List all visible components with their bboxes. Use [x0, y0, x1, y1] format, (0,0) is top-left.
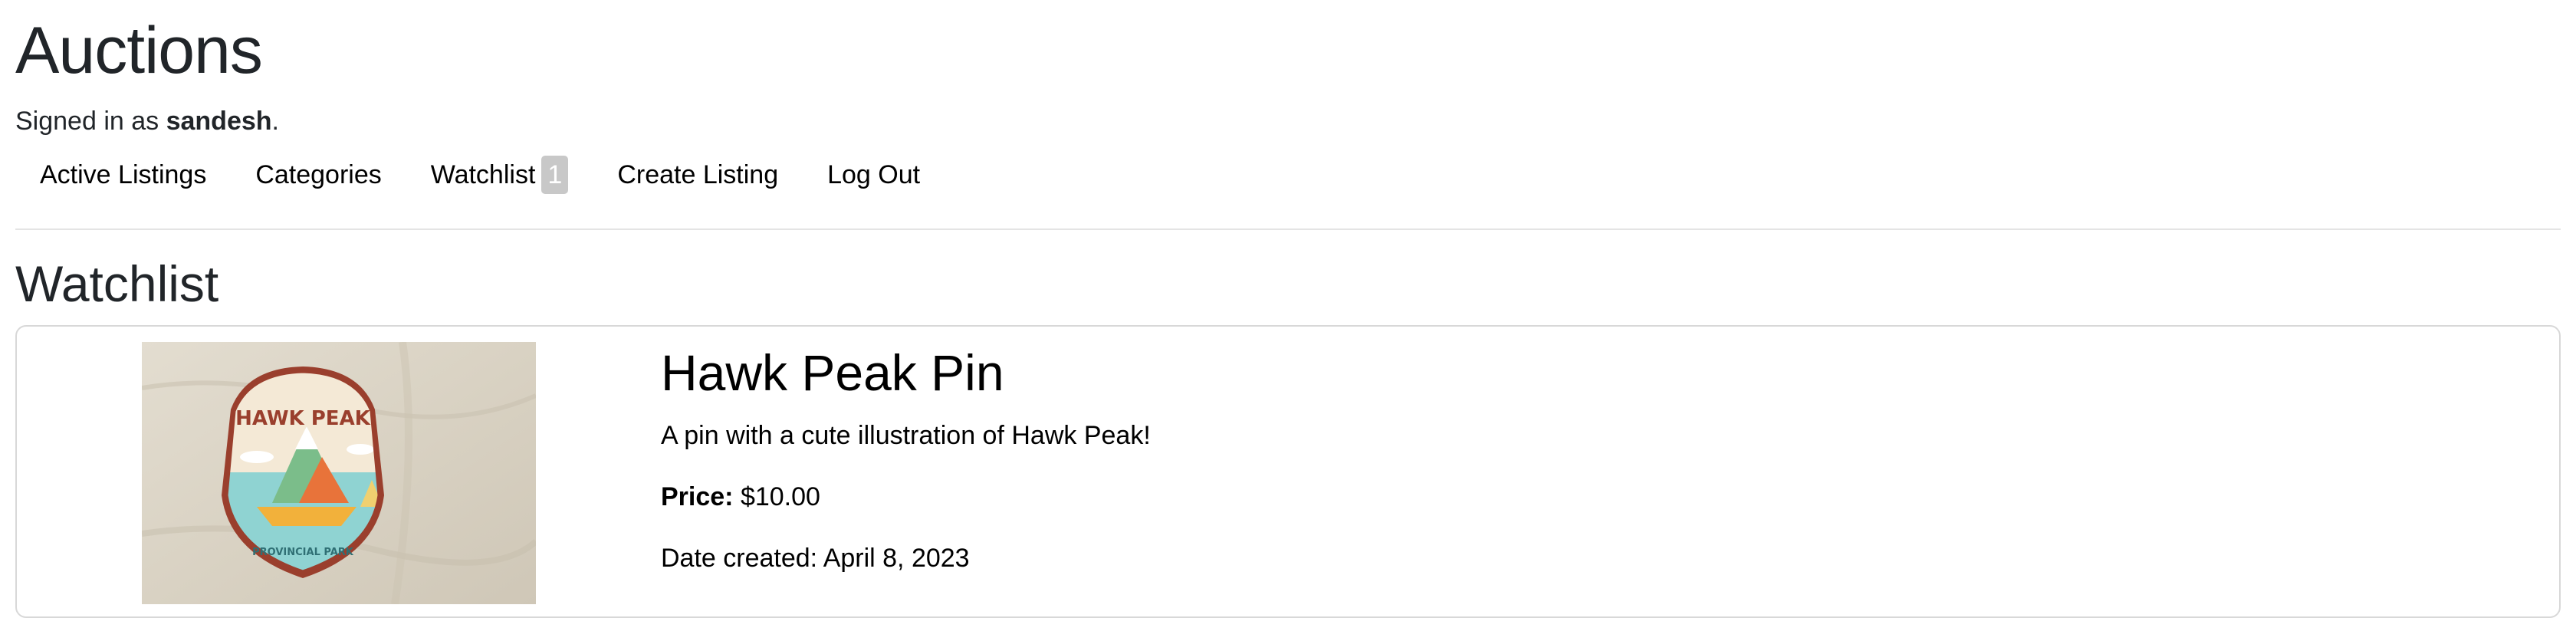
signed-in-suffix: .	[271, 107, 279, 136]
section-title: Watchlist	[15, 255, 219, 312]
nav-log-out[interactable]: Log Out	[803, 160, 945, 190]
watchlist-count-badge: 1	[541, 156, 569, 194]
listing-description: A pin with a cute illustration of Hawk P…	[661, 421, 1151, 450]
listing-image[interactable]: HAWK PEAK PROVINCIAL PARK	[142, 342, 536, 604]
site-title: Auctions	[15, 14, 263, 87]
listing-date: Date created: April 8, 2023	[661, 543, 1151, 574]
pin-text-bottom: PROVINCIAL PARK	[252, 547, 354, 558]
nav-watchlist[interactable]: Watchlist 1	[406, 156, 593, 194]
nav-categories[interactable]: Categories	[231, 160, 406, 190]
page: Auctions Signed in as sandesh. Active Li…	[0, 0, 2576, 618]
listing-info: Hawk Peak Pin A pin with a cute illustra…	[661, 327, 1151, 574]
date-label: Date created:	[661, 544, 823, 573]
signed-in-text: Signed in as sandesh.	[15, 106, 2561, 136]
nav-active-listings[interactable]: Active Listings	[15, 160, 231, 190]
nav-create-listing[interactable]: Create Listing	[593, 160, 803, 190]
date-value: April 8, 2023	[823, 544, 970, 573]
price-value: $10.00	[733, 482, 820, 511]
listing-card[interactable]: HAWK PEAK PROVINCIAL PARK Hawk Peak Pin …	[15, 325, 2561, 618]
main-nav: Active Listings Categories Watchlist 1 C…	[15, 152, 2561, 198]
listing-price: Price: $10.00	[661, 482, 1151, 512]
nav-watchlist-label: Watchlist	[430, 159, 536, 189]
pin-text-top: HAWK PEAK	[235, 407, 371, 430]
price-label: Price:	[661, 482, 734, 511]
listing-image-wrap: HAWK PEAK PROVINCIAL PARK	[17, 327, 661, 604]
divider	[15, 228, 2561, 230]
listing-title[interactable]: Hawk Peak Pin	[661, 342, 1151, 403]
signed-in-prefix: Signed in as	[15, 107, 166, 136]
username: sandesh	[166, 107, 272, 136]
